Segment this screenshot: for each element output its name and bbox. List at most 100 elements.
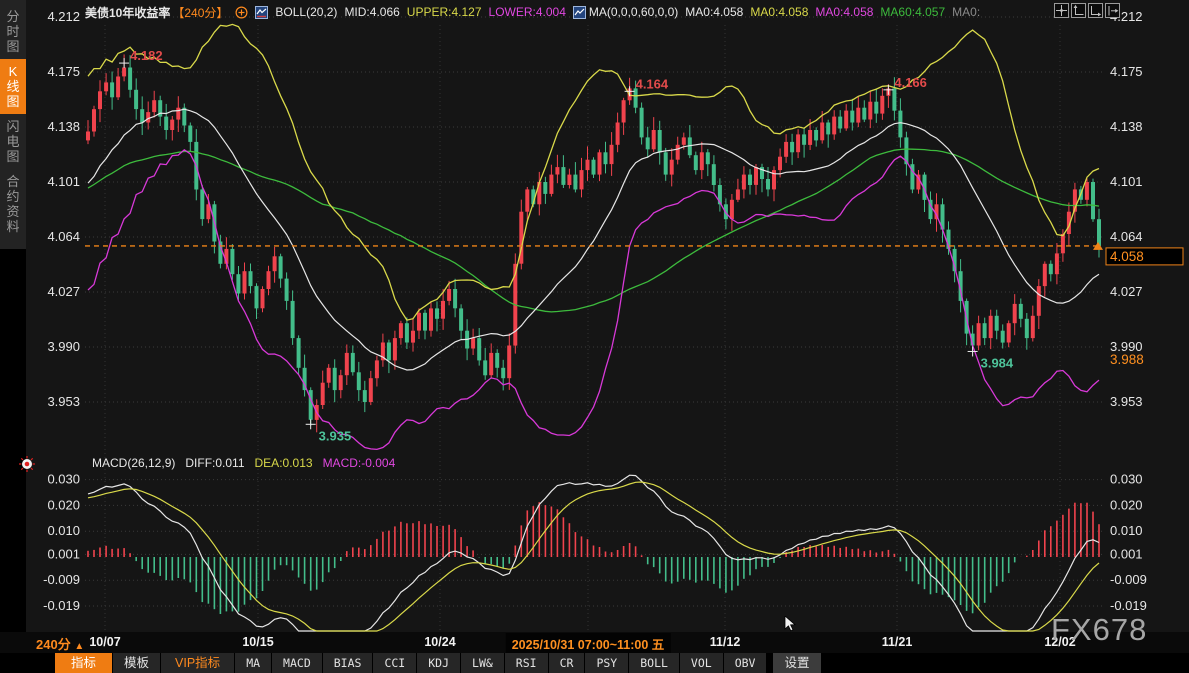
svg-text:3.990: 3.990 [47,339,80,354]
triangle-up-icon: ▲ [74,641,84,652]
sidebar-item-label: 闪电图 [6,119,20,164]
svg-text:-0.019: -0.019 [43,598,80,613]
ma0-white-value: MA0:4.058 [685,5,743,19]
toolbar-item-BIAS[interactable]: BIAS [323,653,374,673]
time-axis: 240分 ▲ 2025/10/31 07:00~11:00 五 10/07 10/… [0,632,1189,653]
date-tick: 11/12 [710,635,741,649]
svg-text:4.064: 4.064 [47,229,80,244]
ma-indicator-icon[interactable] [573,6,586,19]
toolbar-item-BOLL[interactable]: BOLL [629,653,680,673]
gridlines [85,17,1102,630]
collapse-panel-icon[interactable] [1105,3,1120,18]
svg-text:0.020: 0.020 [1110,497,1143,512]
svg-text:0.001: 0.001 [47,546,80,561]
boll-indicator-icon[interactable] [255,6,268,19]
macd-label: MACD(26,12,9) [92,456,175,470]
sidebar-item-label: K线图 [6,64,20,109]
svg-text:4.166: 4.166 [894,75,927,90]
session-low-label: 3.988 [1110,352,1144,367]
svg-text:3.953: 3.953 [47,394,80,409]
chart-legend: 美债10年收益率【240分】 BOLL(20,2) MID:4.066 UPPE… [85,3,980,21]
sidebar-item-label: 分时图 [6,9,20,54]
boll-label: BOLL(20,2) [275,5,337,19]
svg-text:-0.009: -0.009 [1110,572,1147,587]
sidebar-item-kline-chart[interactable]: K线图 [0,59,26,114]
ma-label: MA(0,0,0,60,0,0) [589,5,678,19]
svg-text:4.164: 4.164 [636,76,669,91]
ma60-value: MA60:4.057 [880,5,945,19]
symbol-title: 美债10年收益率 [85,4,170,21]
sidebar-tabs: 分时图 K线图 闪电图 合约资料 [0,0,26,249]
toolbar-item-MA[interactable]: MA [235,653,272,673]
date-tick: 10/24 [424,635,455,649]
svg-text:4.058: 4.058 [1110,249,1144,264]
boll-upper-value: UPPER:4.127 [407,5,482,19]
svg-text:0.030: 0.030 [1110,472,1143,487]
toolbar-item-指标[interactable]: 指标 [55,653,113,673]
boll-lower-value: LOWER:4.004 [489,5,566,19]
svg-text:3.935: 3.935 [319,428,352,443]
date-tick: 10/07 [89,635,120,649]
svg-text:-0.019: -0.019 [1110,598,1147,613]
sidebar-item-flash-chart[interactable]: 闪电图 [0,114,26,169]
ma0-yellow-value: MA0:4.058 [750,5,808,19]
period-selector-label: 240分 [36,637,71,652]
svg-text:0.030: 0.030 [47,472,80,487]
toolbar-item-OBV[interactable]: OBV [724,653,768,673]
macd-diff-value: DIFF:0.011 [185,456,244,470]
macd-panel [88,475,1099,631]
chart-toolbar-icons [1054,3,1120,18]
toolbar-item-CR[interactable]: CR [549,653,586,673]
svg-text:4.101: 4.101 [47,174,80,189]
alert-icon[interactable] [18,455,36,473]
ma0-magenta-value: MA0:4.058 [815,5,873,19]
svg-text:4.182: 4.182 [130,48,163,63]
date-tick: 11/21 [882,635,913,649]
svg-text:-0.009: -0.009 [43,572,80,587]
axis-zoom-up-icon[interactable] [1071,3,1086,18]
toolbar-item-设置[interactable]: 设置 [773,653,821,673]
svg-text:0.001: 0.001 [1110,546,1143,561]
svg-text:3.984: 3.984 [981,355,1014,370]
sidebar-item-contract-info[interactable]: 合约资料 [0,169,26,239]
toolbar-item-KDJ[interactable]: KDJ [417,653,461,673]
indicator-toolbar: 指标模板VIP指标MAMACDBIASCCIKDJLW&RSICRPSYBOLL… [26,653,1189,673]
sidebar: 分时图 K线图 闪电图 合约资料 [0,0,26,673]
svg-text:4.138: 4.138 [47,119,80,134]
toolbar-item-LW&[interactable]: LW& [461,653,505,673]
sidebar-item-time-chart[interactable]: 分时图 [0,4,26,59]
price-chart[interactable]: 4.1823.9354.1644.1663.9844.2124.2124.175… [26,0,1189,633]
boll-lower-line [88,150,1099,450]
svg-text:4.212: 4.212 [47,9,80,24]
toolbar-item-CCI[interactable]: CCI [373,653,417,673]
candles [86,54,1101,432]
axis-labels: 4.2124.2124.1754.1754.1384.1384.1014.101… [43,9,1147,613]
svg-text:4.138: 4.138 [1110,119,1143,134]
date-tick: 10/15 [242,635,273,649]
svg-text:4.175: 4.175 [47,64,80,79]
svg-text:4.175: 4.175 [1110,64,1143,79]
pan-icon[interactable] [1054,3,1069,18]
boll-mid-value: MID:4.066 [344,5,399,19]
focused-bar-timestamp: 2025/10/31 07:00~11:00 五 [506,633,671,654]
expand-icon[interactable] [235,6,248,19]
svg-text:4.027: 4.027 [1110,284,1143,299]
macd-dea-value: DEA:0.013 [255,456,313,470]
svg-text:4.101: 4.101 [1110,174,1143,189]
ma0-empty-value: MA0: [952,5,980,19]
sidebar-item-label: 合约资料 [6,174,20,234]
svg-text:0.020: 0.020 [47,497,80,512]
toolbar-item-模板[interactable]: 模板 [113,653,161,673]
svg-text:3.953: 3.953 [1110,394,1143,409]
svg-text:0.010: 0.010 [47,523,80,538]
period-selector-button[interactable]: 240分 ▲ [36,634,84,653]
axis-zoom-right-icon[interactable] [1088,3,1103,18]
svg-text:4.027: 4.027 [47,284,80,299]
macd-legend: MACD(26,12,9) DIFF:0.011 DEA:0.013 MACD:… [92,456,395,470]
toolbar-item-VIP指标[interactable]: VIP指标 [161,653,235,673]
macd-value: MACD:-0.004 [323,456,396,470]
toolbar-item-MACD[interactable]: MACD [272,653,323,673]
toolbar-item-VOL[interactable]: VOL [680,653,724,673]
toolbar-item-RSI[interactable]: RSI [505,653,549,673]
toolbar-item-PSY[interactable]: PSY [585,653,629,673]
